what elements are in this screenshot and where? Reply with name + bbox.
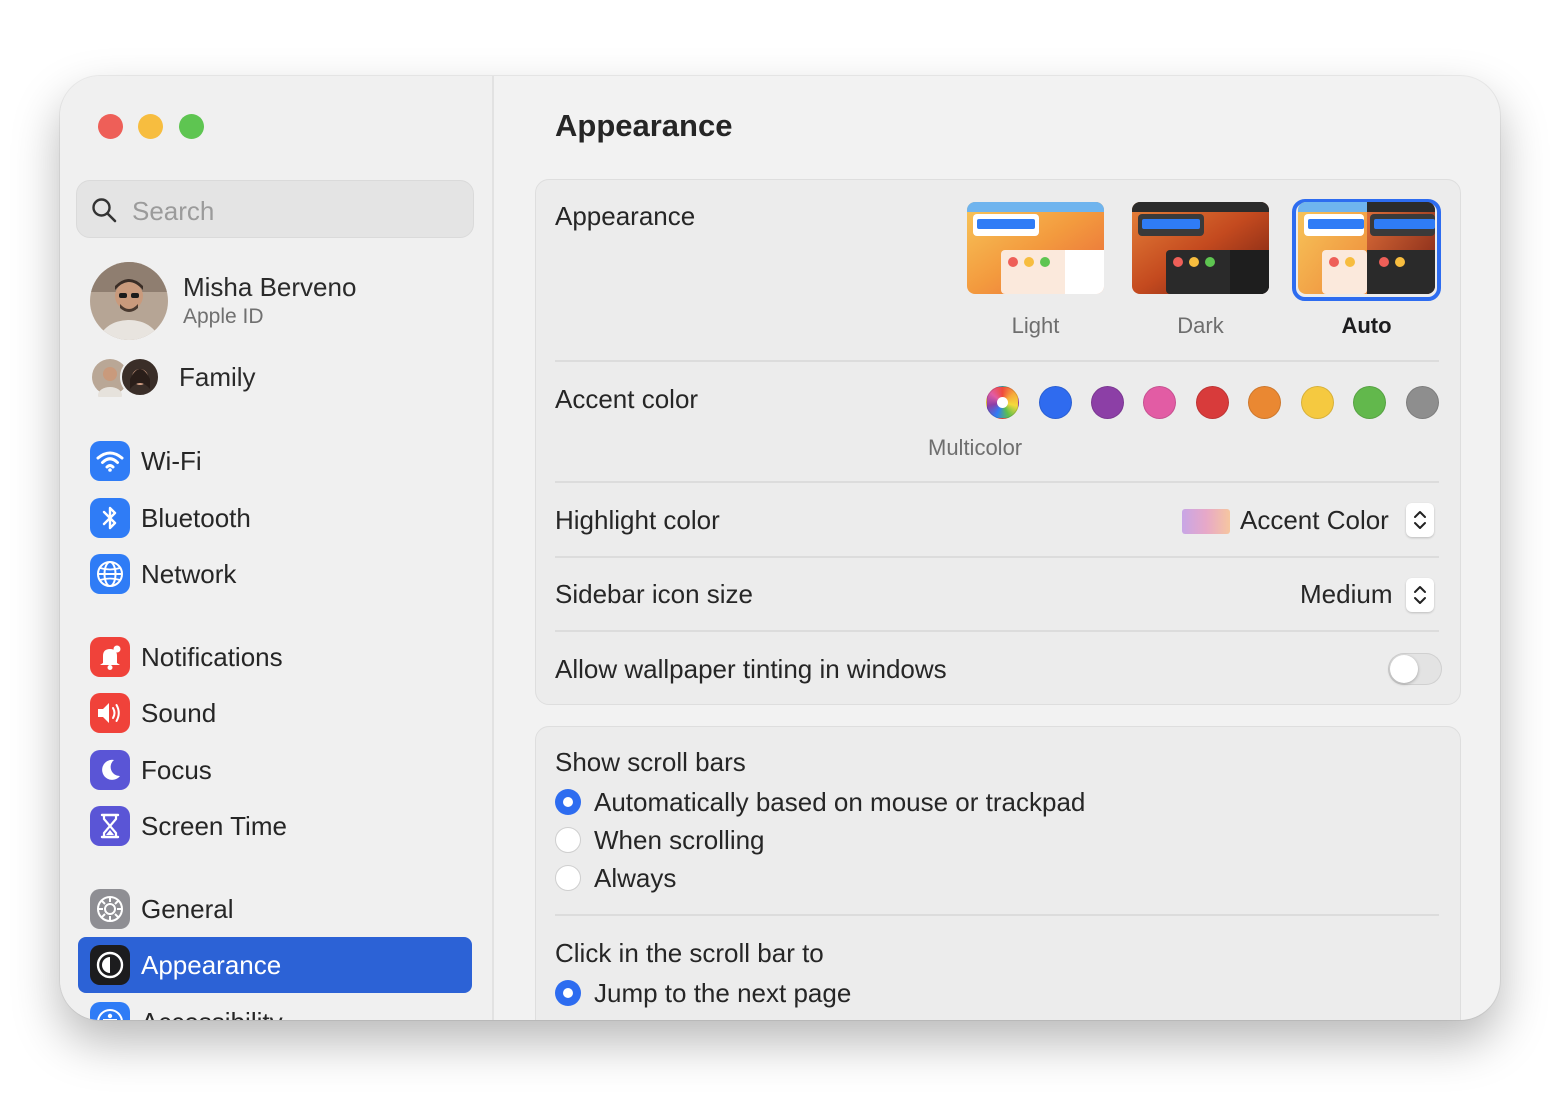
- sidebar-item-screen-time[interactable]: Screen Time: [78, 798, 472, 854]
- appearance-dark-label: Dark: [1177, 313, 1224, 338]
- appearance-light-label: Light: [1011, 313, 1060, 338]
- scroll-bars-auto-radio[interactable]: [555, 789, 581, 815]
- toggle-knob: [1390, 655, 1418, 683]
- scroll-bars-always-label[interactable]: Always: [594, 863, 676, 894]
- profile-name[interactable]: Misha Berveno: [183, 272, 356, 303]
- bluetooth-icon: [90, 498, 130, 538]
- scroll-bars-when-scrolling-label[interactable]: When scrolling: [594, 825, 765, 856]
- globe-icon: [90, 554, 130, 594]
- chevron-up-down-icon: [1414, 586, 1426, 604]
- scroll-bars-always-radio[interactable]: [555, 865, 581, 891]
- sidebar-icon-size-value[interactable]: Medium: [1300, 579, 1392, 610]
- appearance-light-option[interactable]: [967, 202, 1104, 294]
- accent-red-swatch[interactable]: [1196, 386, 1229, 419]
- search-icon: [92, 198, 117, 223]
- accent-purple-swatch[interactable]: [1091, 386, 1124, 419]
- accessibility-icon: [90, 1002, 130, 1020]
- search-input[interactable]: Search: [76, 180, 474, 238]
- accent-yellow-swatch[interactable]: [1301, 386, 1334, 419]
- scroll-bars-when-scrolling-radio[interactable]: [555, 827, 581, 853]
- sidebar-item-label: General: [141, 894, 234, 924]
- accent-color-label: Accent color: [555, 384, 699, 414]
- speaker-icon: [90, 693, 130, 733]
- sidebar-item-label: Accessibility: [141, 1007, 283, 1020]
- appearance-row-label: Appearance: [555, 201, 696, 231]
- divider: [555, 481, 1439, 483]
- divider: [555, 360, 1439, 362]
- accent-graphite-swatch[interactable]: [1406, 386, 1439, 419]
- sidebar-icon-size-label: Sidebar icon size: [555, 579, 753, 609]
- click-scroll-next-page-radio[interactable]: [555, 980, 581, 1006]
- sidebar-item-bluetooth[interactable]: Bluetooth: [78, 490, 472, 546]
- highlight-color-preview: [1182, 509, 1230, 534]
- family-label[interactable]: Family: [179, 362, 256, 393]
- close-window-button[interactable]: [98, 114, 123, 139]
- hourglass-icon: [90, 806, 130, 846]
- accent-blue-swatch[interactable]: [1039, 386, 1072, 419]
- settings-window: Search Misha Berveno Apple ID Family Wi-…: [60, 76, 1500, 1020]
- sidebar-item-label: Network: [141, 559, 237, 589]
- minimize-window-button[interactable]: [138, 114, 163, 139]
- sidebar-icon-size-popup-button[interactable]: [1406, 578, 1434, 612]
- sidebar-item-focus[interactable]: Focus: [78, 742, 472, 798]
- accent-multicolor-swatch[interactable]: [986, 386, 1019, 419]
- sidebar-item-label: Sound: [141, 698, 217, 728]
- wallpaper-tinting-label: Allow wallpaper tinting in windows: [555, 654, 947, 684]
- sidebar-item-label: Bluetooth: [141, 503, 251, 533]
- moon-icon: [90, 750, 130, 790]
- highlight-color-value[interactable]: Accent Color: [1240, 505, 1389, 536]
- accent-pink-swatch[interactable]: [1143, 386, 1176, 419]
- chevron-up-down-icon: [1414, 511, 1426, 529]
- gear-icon: [90, 889, 130, 929]
- bell-icon: [90, 637, 130, 677]
- highlight-color-popup-button[interactable]: [1406, 503, 1434, 537]
- appearance-auto-option[interactable]: [1298, 202, 1435, 294]
- search-placeholder: Search: [132, 196, 215, 226]
- accent-green-swatch[interactable]: [1353, 386, 1386, 419]
- sidebar-item-wifi[interactable]: Wi-Fi: [78, 433, 472, 489]
- sidebar-item-label: Screen Time: [141, 811, 287, 841]
- sidebar-item-label: Focus: [141, 755, 212, 785]
- wallpaper-tinting-toggle[interactable]: [1388, 653, 1442, 685]
- scroll-bars-auto-label[interactable]: Automatically based on mouse or trackpad: [594, 787, 1085, 818]
- sidebar-item-network[interactable]: Network: [78, 546, 472, 602]
- profile-subtitle: Apple ID: [183, 305, 264, 328]
- zoom-window-button[interactable]: [179, 114, 204, 139]
- appearance-auto-label: Auto: [1341, 313, 1392, 338]
- click-scroll-bar-label: Click in the scroll bar to: [555, 938, 824, 968]
- family-avatars[interactable]: [90, 357, 164, 403]
- wifi-icon: [90, 441, 130, 481]
- divider: [555, 556, 1439, 558]
- appearance-icon: [90, 945, 130, 985]
- sidebar-item-appearance[interactable]: Appearance: [78, 937, 472, 993]
- appearance-dark-option[interactable]: [1132, 202, 1269, 294]
- page-title: Appearance: [555, 108, 733, 143]
- sidebar-item-label: Notifications: [141, 642, 283, 672]
- sidebar-item-notifications[interactable]: Notifications: [78, 629, 472, 685]
- click-scroll-next-page-label[interactable]: Jump to the next page: [594, 978, 851, 1009]
- highlight-color-label: Highlight color: [555, 505, 720, 535]
- divider: [555, 630, 1439, 632]
- accent-orange-swatch[interactable]: [1248, 386, 1281, 419]
- profile-avatar[interactable]: [90, 262, 168, 340]
- accent-selected-name: Multicolor: [928, 435, 1023, 460]
- sidebar-item-accessibility[interactable]: Accessibility: [78, 994, 472, 1020]
- sidebar-item-label: Appearance: [141, 950, 282, 980]
- sidebar-item-sound[interactable]: Sound: [78, 685, 472, 741]
- divider: [555, 914, 1439, 916]
- sidebar-item-label: Wi-Fi: [141, 446, 202, 476]
- sidebar-item-general[interactable]: General: [78, 881, 472, 937]
- show-scroll-bars-label: Show scroll bars: [555, 747, 746, 777]
- sidebar: Search Misha Berveno Apple ID Family Wi-…: [60, 76, 494, 1020]
